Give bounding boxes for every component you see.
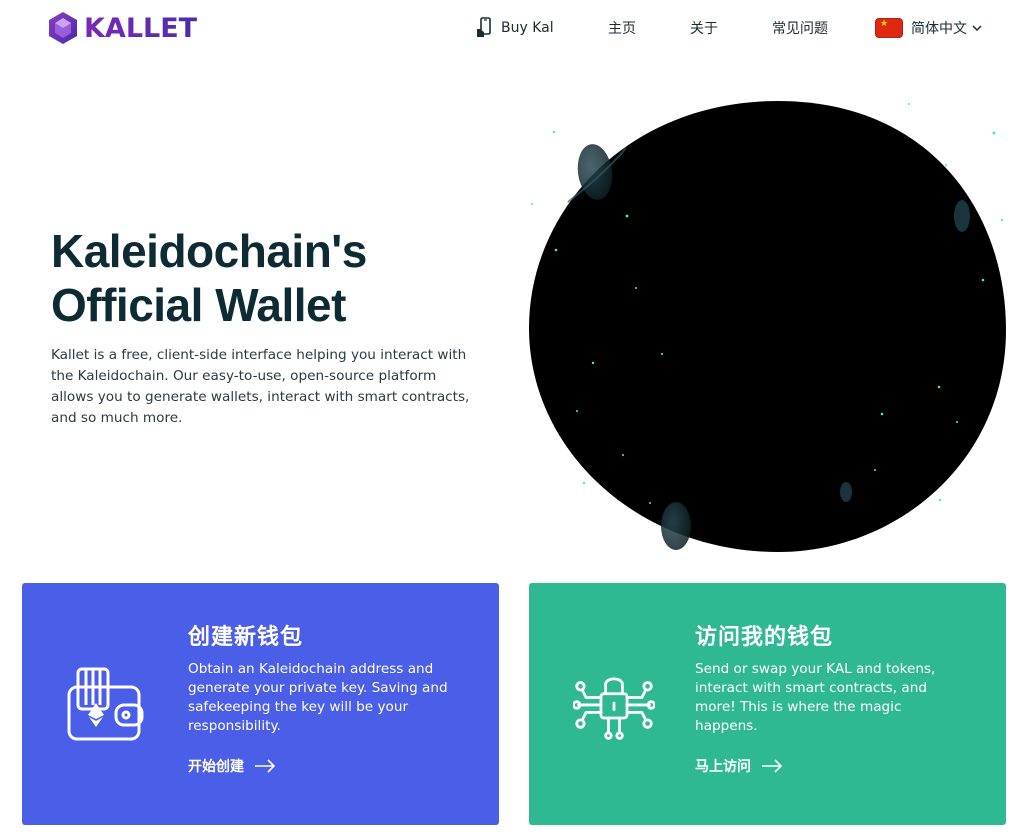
nav-home[interactable]: 主页 <box>608 16 636 40</box>
gem-logo-icon <box>49 12 77 44</box>
nav-home-label: 主页 <box>608 21 636 37</box>
hero-description: Kallet is a free, client-side interface … <box>51 347 470 426</box>
access-wallet-description: Send or swap your KAL and tokens, intera… <box>695 661 936 734</box>
hero-title-line1: Kaleidochain's <box>51 225 367 277</box>
arrow-right-icon <box>255 759 276 773</box>
create-wallet-link-label: 开始创建 <box>188 759 244 775</box>
logo[interactable]: KALLET <box>46 11 197 45</box>
create-wallet-description: Obtain an Kaleidochain address and gener… <box>188 661 448 734</box>
create-wallet-link[interactable]: 开始创建 <box>188 756 276 776</box>
nav-buy-label: Buy Kal <box>501 20 554 36</box>
china-flag-icon: ★ <box>875 18 903 38</box>
access-wallet-card[interactable]: 访问我的钱包 Send or swap your KAL and tokens,… <box>529 583 1006 825</box>
hero-title-line2: Official Wallet <box>51 279 346 331</box>
hero-title: Kaleidochain's Official Wallet <box>51 224 471 332</box>
circuit-lock-icon <box>573 677 655 740</box>
access-wallet-link-label: 马上访问 <box>695 759 751 775</box>
arrow-right-icon <box>762 759 783 773</box>
create-wallet-title: 创建新钱包 <box>188 625 304 650</box>
nav-faq-label: 常见问题 <box>772 21 828 37</box>
nav-faq[interactable]: 常见问题 <box>772 16 828 40</box>
nav-about-label: 关于 <box>690 21 718 37</box>
phone-hand-icon <box>477 17 491 37</box>
language-label: 简体中文 <box>911 21 967 37</box>
language-selector[interactable]: ★ 简体中文 <box>875 16 982 40</box>
nav-buy-kal[interactable]: Buy Kal <box>475 16 554 40</box>
access-wallet-title: 访问我的钱包 <box>695 625 834 650</box>
nav-about[interactable]: 关于 <box>690 16 718 40</box>
chevron-down-icon <box>972 25 982 32</box>
create-wallet-card[interactable]: 创建新钱包 Obtain an Kaleidochain address and… <box>22 583 499 825</box>
access-wallet-link[interactable]: 马上访问 <box>695 756 783 776</box>
wallet-icon <box>67 667 144 741</box>
header: KALLET Buy Kal 主页 关于 常见问题 ★ 简体中文 <box>0 0 1033 58</box>
galaxy-illustration <box>529 101 1006 552</box>
logo-text: KALLET <box>84 12 198 44</box>
